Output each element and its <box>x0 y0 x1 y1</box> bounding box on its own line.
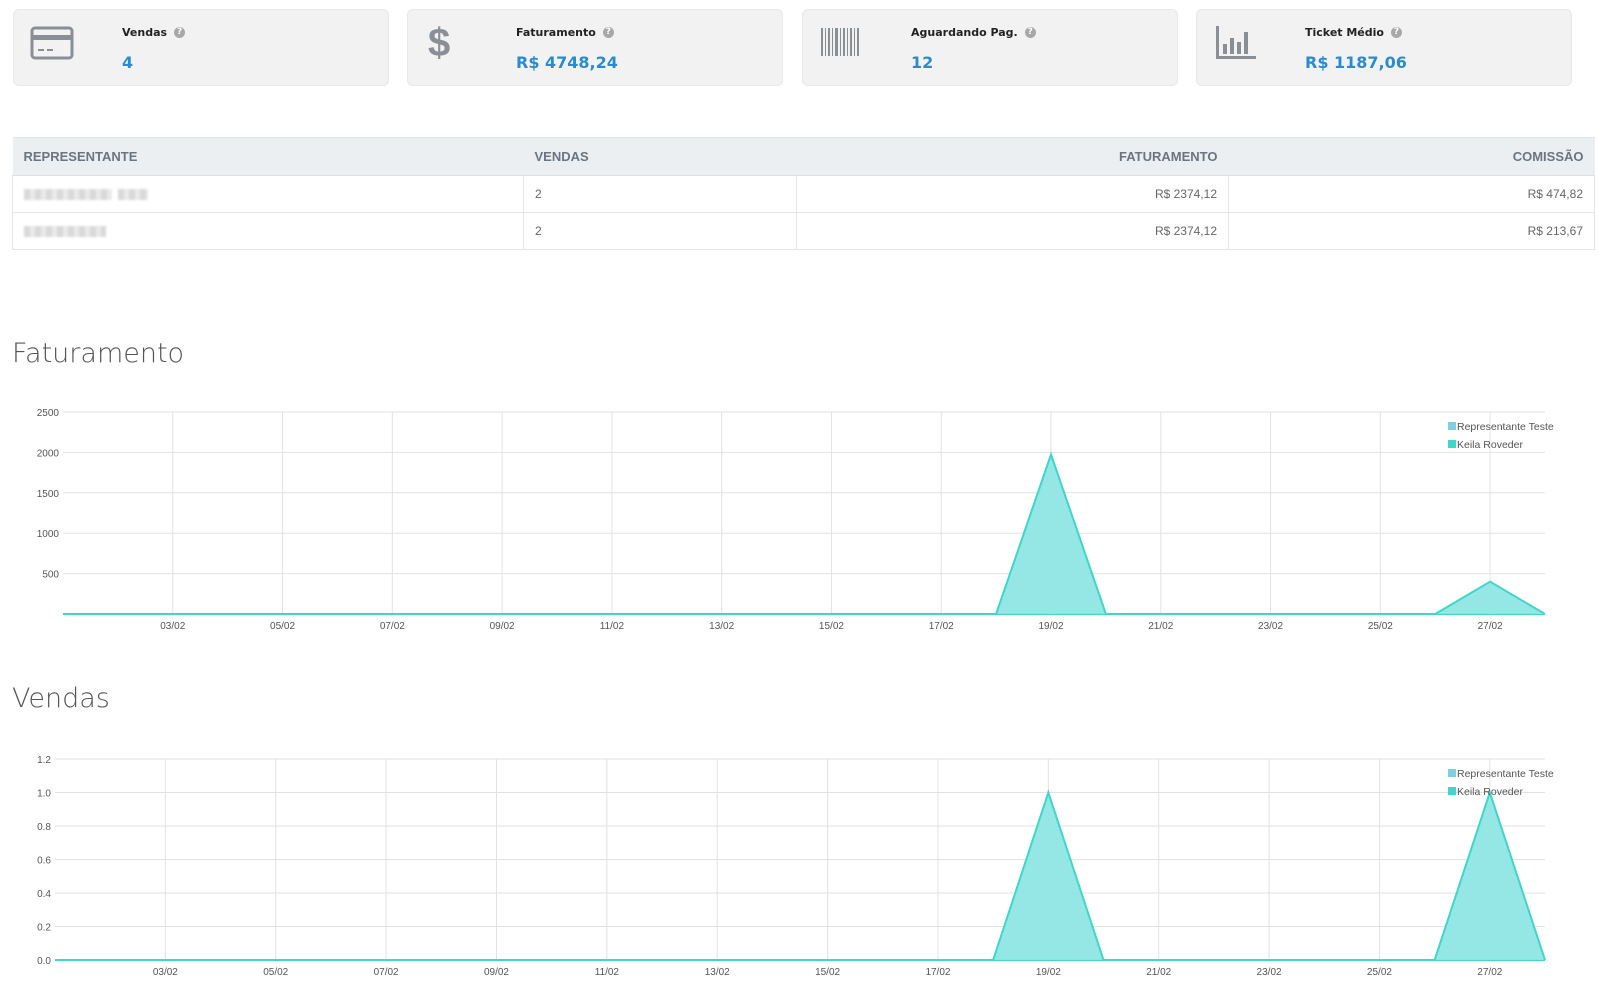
series-area <box>55 792 1545 960</box>
y-tick-label: 0.8 <box>37 822 51 833</box>
y-tick-label: 0.4 <box>37 889 51 900</box>
card-value: R$ 4748,24 <box>516 53 618 72</box>
card-value: 4 <box>122 53 134 72</box>
cell-representante <box>12 212 524 250</box>
cell-faturamento: R$ 2374,12 <box>796 175 1229 213</box>
x-tick-label: 07/02 <box>380 621 405 632</box>
x-tick-label: 17/02 <box>925 967 950 978</box>
cell-representante <box>12 175 524 213</box>
card-value: R$ 1187,06 <box>1305 53 1407 72</box>
cell-comissao: R$ 474,82 <box>1228 175 1595 213</box>
card-label: Aguardando Pag. <box>911 26 1018 39</box>
card-ticket-medio: Ticket Médio? R$ 1187,06 <box>1196 9 1572 86</box>
y-tick-label: 1.2 <box>37 755 51 766</box>
x-tick-label: 15/02 <box>819 621 844 632</box>
cell-vendas: 2 <box>523 212 797 250</box>
x-tick-label: 25/02 <box>1367 967 1392 978</box>
series-area <box>63 454 1545 614</box>
x-tick-label: 27/02 <box>1478 621 1503 632</box>
header-vendas[interactable]: VENDAS <box>523 137 797 176</box>
svg-text:$: $ <box>428 24 450 62</box>
x-tick-label: 15/02 <box>815 967 840 978</box>
redacted-name <box>24 189 112 201</box>
help-icon[interactable]: ? <box>1390 27 1402 38</box>
y-tick-label: 500 <box>42 570 59 581</box>
legend-label: Representante Teste <box>1457 768 1554 780</box>
legend-label: Keila Roveder <box>1457 439 1523 451</box>
card-value: 12 <box>911 53 934 72</box>
y-tick-label: 0.6 <box>37 856 51 867</box>
cell-comissao: R$ 213,67 <box>1228 212 1595 250</box>
header-faturamento[interactable]: FATURAMENTO <box>796 137 1229 176</box>
legend-swatch <box>1448 769 1456 777</box>
header-representante[interactable]: REPRESENTANTE <box>12 137 524 176</box>
card-aguardando: Aguardando Pag.? 12 <box>802 9 1178 86</box>
x-tick-label: 09/02 <box>484 967 509 978</box>
card-label: Vendas <box>122 26 168 39</box>
redacted-name <box>118 189 148 201</box>
legend-swatch <box>1448 440 1456 448</box>
card-label: Ticket Médio <box>1305 26 1384 39</box>
stat-cards: Vendas? 4 $ Faturamento? R$ 4748,24 Agua… <box>13 9 1593 86</box>
x-tick-label: 23/02 <box>1257 967 1282 978</box>
legend-label: Keila Roveder <box>1457 786 1523 798</box>
x-tick-label: 11/02 <box>600 621 625 632</box>
cell-vendas: 2 <box>523 175 797 213</box>
x-tick-label: 21/02 <box>1146 967 1171 978</box>
legend-swatch <box>1448 787 1456 795</box>
series-line <box>55 789 1546 961</box>
x-tick-label: 19/02 <box>1038 621 1063 632</box>
table-header-row: REPRESENTANTE VENDAS FATURAMENTO COMISSÃ… <box>12 137 1595 176</box>
redacted-name <box>24 226 106 238</box>
legend-label: Representante Teste <box>1457 421 1554 433</box>
faturamento-chart: 500 1000 1500 2000 2500 03/02 05/02 07/02 09/02 1… <box>37 408 1554 632</box>
card-faturamento: $ Faturamento? R$ 4748,24 <box>407 9 783 86</box>
y-tick-label: 1000 <box>37 529 60 540</box>
representantes-table: REPRESENTANTE VENDAS FATURAMENTO COMISSÃ… <box>12 137 1595 250</box>
series-line <box>63 451 1546 615</box>
card-vendas: Vendas? 4 <box>13 9 389 86</box>
credit-card-icon <box>30 26 74 60</box>
x-tick-label: 03/02 <box>160 621 185 632</box>
x-tick-label: 19/02 <box>1036 967 1061 978</box>
y-tick-label: 0.2 <box>37 923 51 934</box>
table-row[interactable]: 2 R$ 2374,12 R$ 213,67 <box>12 212 1595 250</box>
x-tick-label: 09/02 <box>490 621 515 632</box>
help-icon[interactable]: ? <box>174 27 186 38</box>
dollar-icon: $ <box>428 24 450 62</box>
x-tick-label: 25/02 <box>1368 621 1393 632</box>
card-label: Faturamento <box>516 26 596 39</box>
x-tick-label: 03/02 <box>153 967 178 978</box>
x-tick-label: 17/02 <box>929 621 954 632</box>
x-tick-label: 05/02 <box>270 621 295 632</box>
table-row[interactable]: 2 R$ 2374,12 R$ 474,82 <box>12 175 1595 213</box>
x-tick-label: 05/02 <box>263 967 288 978</box>
legend-swatch <box>1448 422 1456 430</box>
bar-chart-icon <box>1216 26 1256 59</box>
vendas-title: Vendas <box>12 683 110 714</box>
vendas-chart: 0.0 0.2 0.4 0.6 0.8 1.0 1.2 03/02 05/02 07/02 09/0… <box>37 755 1554 978</box>
barcode-icon <box>821 28 859 56</box>
x-tick-label: 23/02 <box>1258 621 1283 632</box>
faturamento-title: Faturamento <box>12 338 185 369</box>
cell-faturamento: R$ 2374,12 <box>796 212 1229 250</box>
header-comissao[interactable]: COMISSÃO <box>1228 137 1595 176</box>
help-icon[interactable]: ? <box>602 27 614 38</box>
y-tick-label: 1.0 <box>37 789 51 800</box>
x-tick-label: 27/02 <box>1477 967 1502 978</box>
x-tick-label: 13/02 <box>709 621 734 632</box>
x-tick-label: 13/02 <box>705 967 730 978</box>
help-icon[interactable]: ? <box>1024 27 1036 38</box>
y-tick-label: 1500 <box>37 489 60 500</box>
y-tick-label: 0.0 <box>37 956 51 967</box>
x-tick-label: 11/02 <box>595 967 620 978</box>
x-tick-label: 07/02 <box>374 967 399 978</box>
y-tick-label: 2000 <box>37 448 60 459</box>
x-tick-label: 21/02 <box>1148 621 1173 632</box>
y-tick-label: 2500 <box>37 408 60 419</box>
